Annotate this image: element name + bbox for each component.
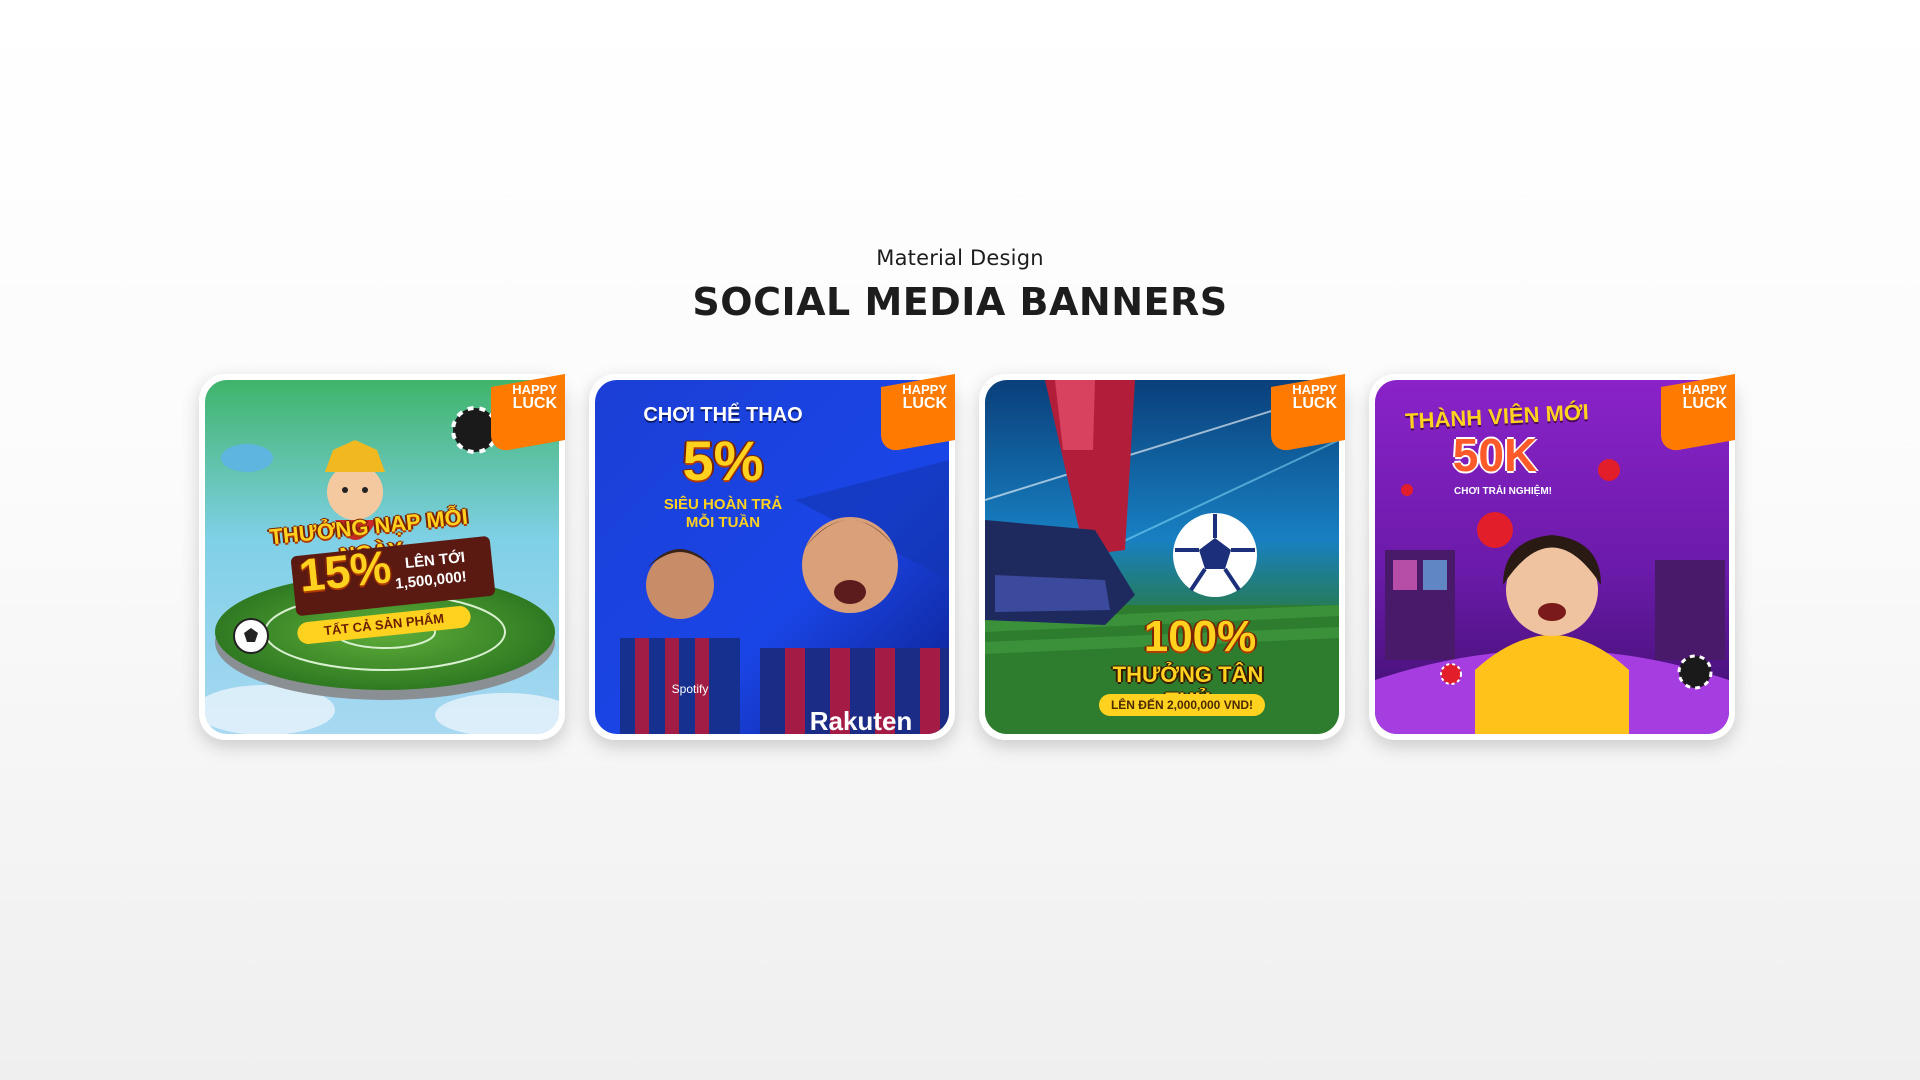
offer-amount: 50K [1452, 429, 1538, 481]
banner-card-sports-cashback[interactable]: CHƠI THỂ THAO 5% SIÊU HOÀN TRẢ MỖI TUẦN … [589, 374, 955, 740]
offer-line-2: MỖI TUẦN [685, 514, 761, 531]
logo-line-luck: LUCK [1682, 395, 1727, 412]
banner-headline: CHƠI THỂ THAO [643, 404, 803, 426]
banner-gallery: THƯỞNG NẠP MỖI NGÀY 15% LÊN TỚI 1,500,00… [199, 374, 1739, 740]
banner-card-daily-deposit[interactable]: THƯỞNG NẠP MỖI NGÀY 15% LÊN TỚI 1,500,00… [199, 374, 565, 740]
page-title: SOCIAL MEDIA BANNERS [692, 280, 1228, 324]
page-header: Material Design SOCIAL MEDIA BANNERS [0, 246, 1920, 324]
happy-luck-logo: HAPPY LUCK [483, 374, 565, 454]
happy-luck-logo: HAPPY LUCK [873, 374, 955, 454]
offer-percent: 15% [296, 540, 394, 602]
banner-card-newcomer-bonus[interactable]: 100% THƯỞNG TÂN THỦ LÊN ĐẾN 2,000,000 VN… [979, 374, 1345, 740]
logo-line-luck: LUCK [1292, 395, 1337, 412]
happy-luck-logo: HAPPY LUCK [1263, 374, 1345, 454]
offer-percent: 100% [1143, 612, 1257, 661]
logo-line-luck: LUCK [512, 395, 557, 412]
shirt-sponsor-spotify: Spotify [671, 682, 709, 696]
page-subtitle: Material Design [876, 246, 1044, 270]
offer-percent: 5% [682, 429, 764, 492]
banner-card-new-member[interactable]: THÀNH VIÊN MỚI 50K CHƠI TRẢI NGHIỆM! HAP… [1369, 374, 1735, 740]
offer-subline: CHƠI TRẢI NGHIỆM! [1454, 486, 1552, 497]
shirt-sponsor-rakuten: Rakuten [809, 706, 913, 734]
offer-line-1: SIÊU HOÀN TRẢ [663, 496, 783, 513]
logo-line-luck: LUCK [902, 395, 947, 412]
upto-amount-button[interactable]: LÊN ĐẾN 2,000,000 VND! [1099, 694, 1265, 716]
happy-luck-logo: HAPPY LUCK [1653, 374, 1735, 454]
